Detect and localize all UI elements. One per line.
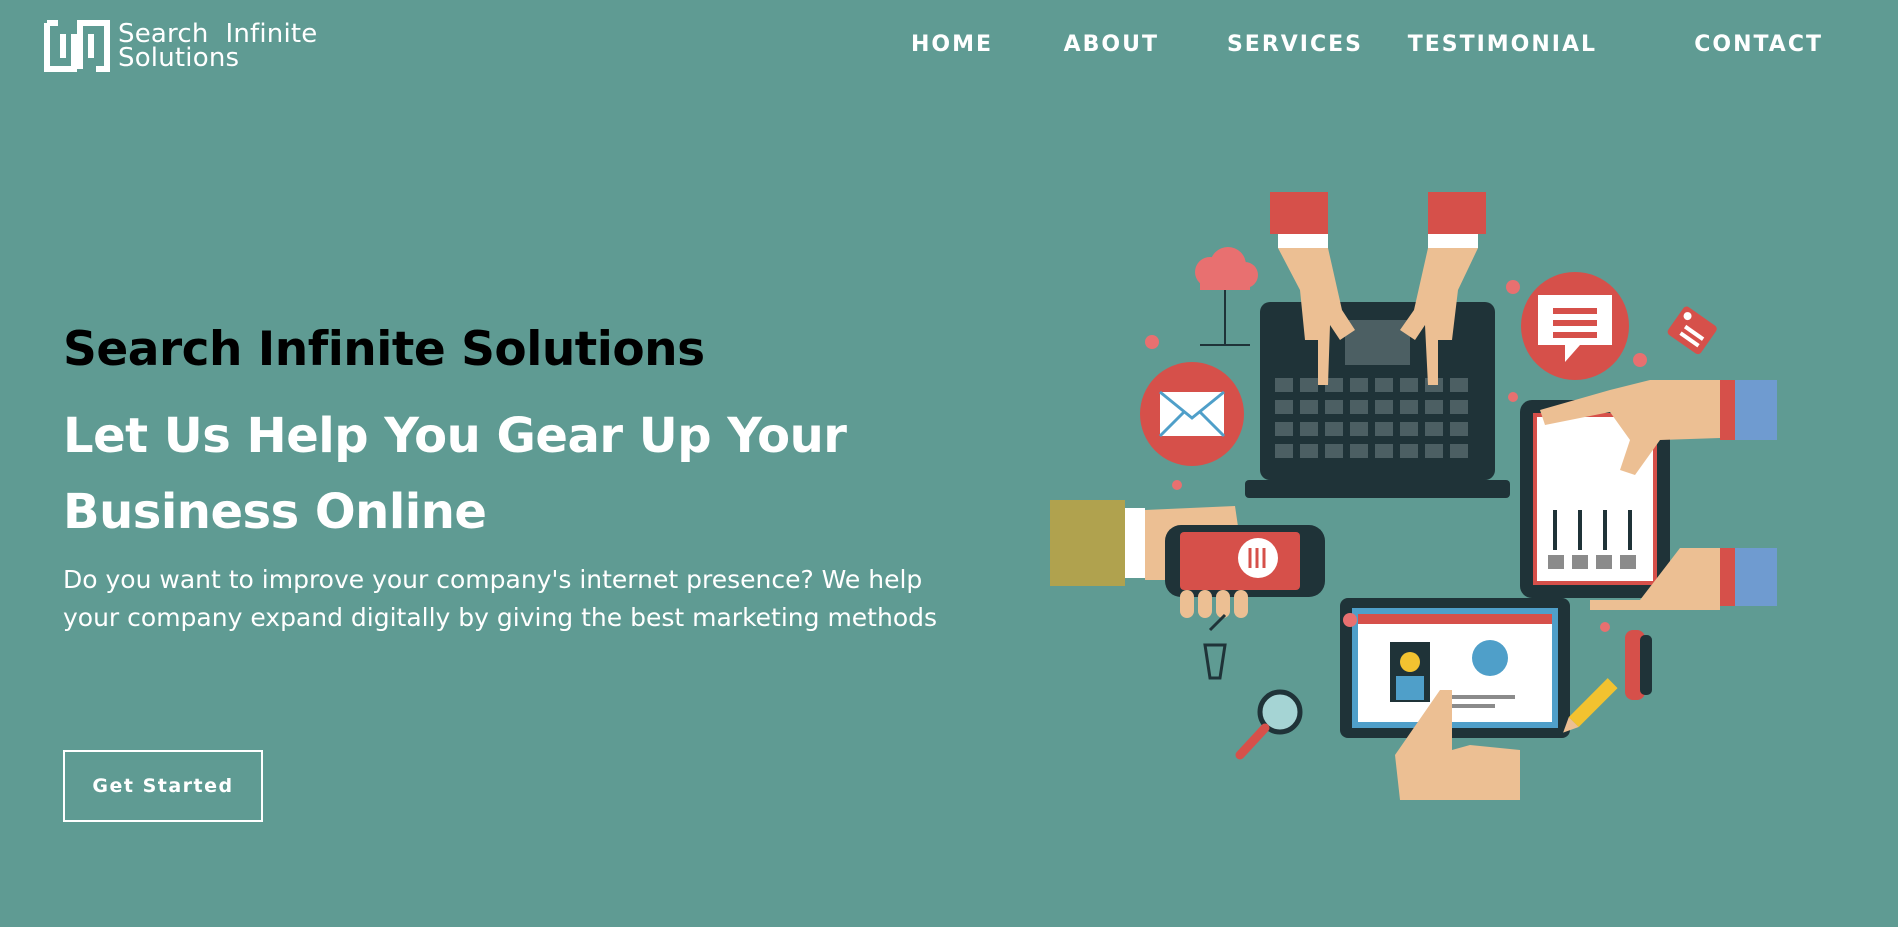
basket-icon — [1203, 613, 1227, 680]
monitor-icon — [1340, 598, 1570, 800]
nav-item-contact[interactable]: CONTACT — [1694, 32, 1823, 57]
logo-icon — [44, 20, 110, 72]
hero-subtitle: Let Us Help You Gear Up Your Business On… — [63, 408, 847, 540]
tag-icon — [1667, 306, 1717, 355]
page: Search Infinite Solutions HOME ABOUT SER… — [0, 0, 1898, 927]
chat-icon — [1521, 272, 1629, 380]
tablet-icon — [1520, 380, 1777, 610]
brand-name: Search Infinite Solutions — [118, 21, 317, 73]
hero-description: Do you want to improve your company's in… — [63, 565, 938, 632]
nav-item-testimonial[interactable]: TESTIMONIAL — [1408, 32, 1597, 57]
cloud-icon — [1195, 247, 1258, 346]
hero-illustration — [1050, 192, 1777, 800]
telephone-icon — [1625, 630, 1652, 700]
hero-title: Search Infinite Solutions — [63, 322, 705, 377]
nav-item-about[interactable]: ABOUT — [1064, 32, 1159, 57]
magnifier-icon — [1235, 689, 1303, 760]
laptop-icon — [1245, 302, 1510, 498]
email-icon — [1140, 362, 1244, 466]
brand-name-line2: Solutions — [118, 43, 240, 73]
brand-logo[interactable]: Search Infinite Solutions — [44, 20, 317, 72]
nav-item-home[interactable]: HOME — [911, 32, 993, 57]
get-started-button[interactable]: Get Started — [63, 750, 263, 822]
nav-item-services[interactable]: SERVICES — [1227, 32, 1363, 57]
smartphone-icon — [1050, 500, 1325, 618]
